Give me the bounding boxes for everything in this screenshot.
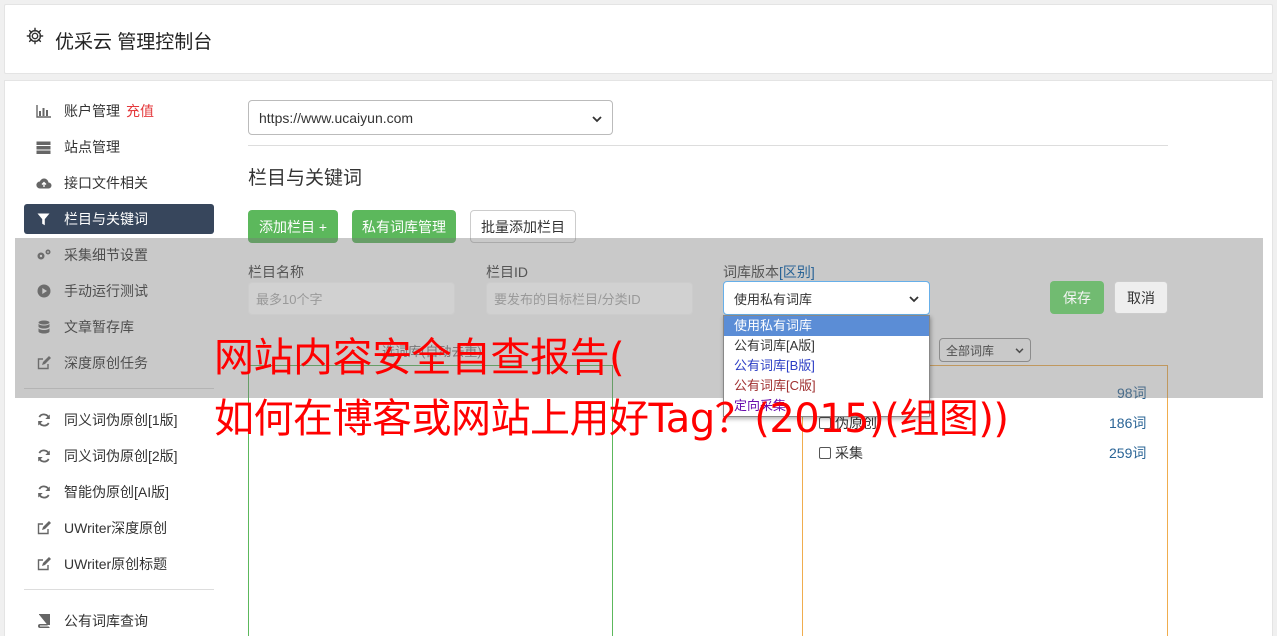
sidebar-item-sites[interactable]: 站点管理 <box>24 132 214 162</box>
sidebar-item-label: UWriter原创标题 <box>64 556 168 572</box>
divider <box>248 145 1168 146</box>
sidebar-item-label: 栏目与关键词 <box>64 211 148 227</box>
sidebar-item-account[interactable]: 账户管理 充值 <box>24 96 214 126</box>
word-count: 259词 <box>1109 445 1147 461</box>
edit-icon <box>35 521 52 536</box>
lib-version-value: 使用私有词库 <box>734 291 813 307</box>
sidebar-item-label: 站点管理 <box>64 139 120 155</box>
sidebar-item-label: UWriter深度原创 <box>64 520 168 536</box>
sidebar-item-label: 智能伪原创[AI版] <box>64 484 170 500</box>
lib-version-label: 词库版本[区别] <box>723 264 815 280</box>
sidebar-item-label: 公有词库查询 <box>64 613 148 629</box>
book-icon <box>35 614 52 629</box>
site-select-value: https://www.ucaiyun.com <box>259 109 414 126</box>
checkbox[interactable] <box>819 447 831 459</box>
app-title: 优采云 管理控制台 <box>55 32 213 53</box>
refresh-icon <box>35 485 52 500</box>
column-id-label: 栏目ID <box>486 264 528 280</box>
sidebar-item-uwriter-title[interactable]: UWriter原创标题 <box>24 549 214 579</box>
site-select[interactable]: https://www.ucaiyun.com <box>248 100 613 135</box>
dropdown-option[interactable]: 公有词库[B版] <box>724 356 929 376</box>
header-bar: 优采云 管理控制台 <box>4 4 1273 74</box>
lib-diff-link[interactable]: [区别] <box>779 264 815 280</box>
word-lib-row[interactable]: 采集 <box>819 443 863 463</box>
sidebar-item-interface[interactable]: 接口文件相关 <box>24 168 214 198</box>
cancel-button[interactable]: 取消 <box>1114 281 1168 314</box>
cloud-upload-icon <box>35 176 52 191</box>
gear-icon <box>26 27 44 45</box>
column-name-label: 栏目名称 <box>248 264 304 280</box>
edit-overlay <box>15 238 1263 398</box>
sidebar-item-smart-ai[interactable]: 智能伪原创[AI版] <box>24 477 214 507</box>
save-button[interactable]: 保存 <box>1050 281 1104 314</box>
server-icon <box>35 140 52 155</box>
bar-chart-icon <box>35 104 52 119</box>
chevron-down-icon <box>909 291 919 306</box>
filter-icon <box>35 212 52 227</box>
dropdown-option[interactable]: 使用私有词库 <box>724 316 929 336</box>
dropdown-option[interactable]: 公有词库[A版] <box>724 336 929 356</box>
refresh-icon <box>35 413 52 428</box>
section-title: 栏目与关键词 <box>248 168 363 189</box>
column-id-input[interactable]: 要发布的目标栏目/分类ID <box>486 282 693 315</box>
word-count: 186词 <box>1109 415 1147 431</box>
sidebar-item-label: 同义词伪原创[2版] <box>64 448 178 464</box>
edit-icon <box>35 557 52 572</box>
sidebar-divider <box>24 589 214 590</box>
refresh-icon <box>35 449 52 464</box>
sidebar-item-label: 账户管理 <box>64 103 120 119</box>
lib-version-select[interactable]: 使用私有词库 <box>723 281 930 315</box>
sidebar-item-label: 同义词伪原创[1版] <box>64 412 178 428</box>
sidebar-item-synonym-v2[interactable]: 同义词伪原创[2版] <box>24 441 214 471</box>
headline-line-2: 如何在博客或网站上用好Tag？(2015)(组图)) <box>214 396 1009 442</box>
sidebar-item-uwriter-deep[interactable]: UWriter深度原创 <box>24 513 214 543</box>
sidebar-item-synonym-v1[interactable]: 同义词伪原创[1版] <box>24 405 214 435</box>
headline-line-1: 网站内容安全自查报告( <box>214 335 625 381</box>
sidebar-item-public-lib[interactable]: 公有词库查询 <box>24 606 214 636</box>
sidebar-item-label: 接口文件相关 <box>64 175 148 191</box>
chevron-down-icon <box>592 110 602 126</box>
recharge-link[interactable]: 充值 <box>126 101 154 121</box>
column-name-input[interactable]: 最多10个字 <box>248 282 455 315</box>
sidebar-item-columns[interactable]: 栏目与关键词 <box>24 204 214 234</box>
